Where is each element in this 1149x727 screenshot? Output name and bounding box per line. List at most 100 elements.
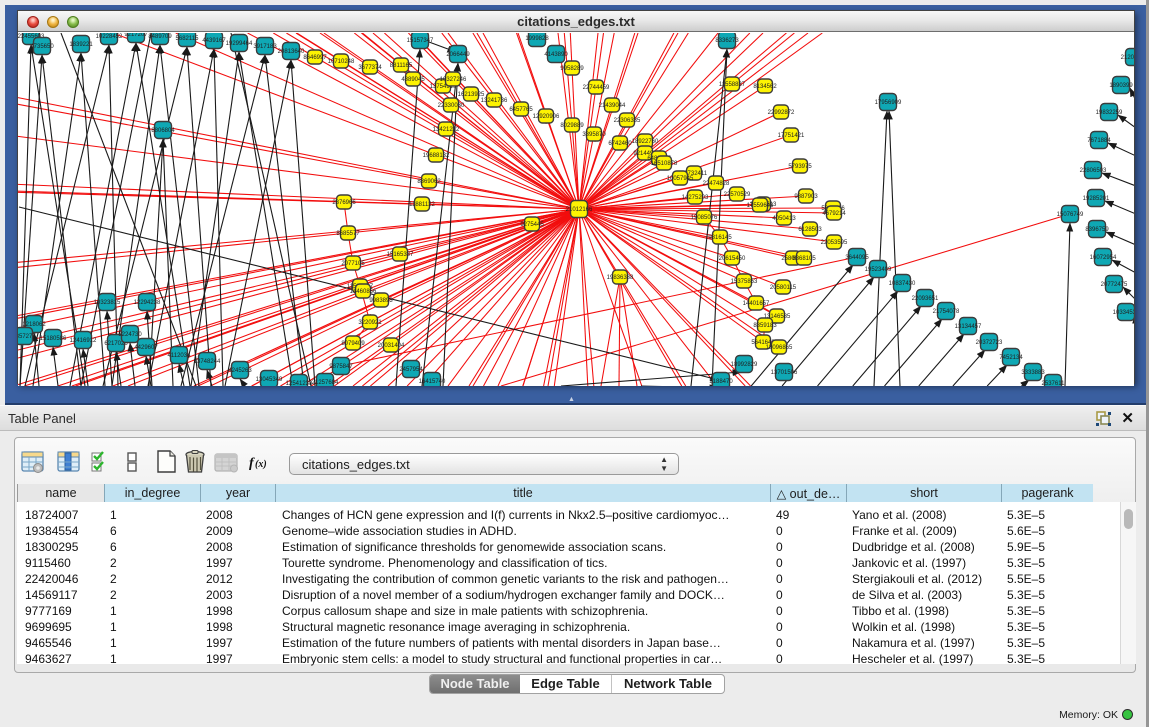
svg-text:9217207: 9217207 [124,33,148,38]
svg-text:8369062: 8369062 [417,179,441,185]
svg-text:2876966: 2876966 [332,200,356,206]
svg-text:6742460: 6742460 [608,141,632,147]
svg-text:20372723: 20372723 [976,340,1003,346]
svg-text:2066449: 2066449 [446,52,470,58]
svg-text:20772475: 20772475 [1101,282,1128,288]
svg-text:4112034: 4112034 [168,353,192,359]
svg-text:22330030: 22330030 [438,103,465,109]
svg-text:4439167: 4439167 [202,38,226,44]
svg-text:14401657: 14401657 [743,301,770,307]
svg-text:4429607: 4429607 [134,345,158,351]
svg-text:22570529: 22570529 [724,192,751,198]
svg-text:12416912: 12416912 [70,338,97,344]
svg-text:9887903: 9887903 [794,194,818,200]
svg-text:10334531: 10334531 [1113,310,1134,316]
svg-text:21439044: 21439044 [599,103,626,109]
svg-text:1999828: 1999828 [525,36,549,42]
svg-text:22992872: 22992872 [768,110,795,116]
svg-text:16415740: 16415740 [419,379,446,385]
svg-text:8685577: 8685577 [336,231,360,237]
svg-text:8079409: 8079409 [341,341,365,347]
svg-text:22093651: 22093651 [912,296,939,302]
svg-text:14460856: 14460856 [350,289,377,295]
svg-text:22306335: 22306335 [614,118,641,124]
svg-text:2077105: 2077105 [341,261,365,267]
svg-text:3917183: 3917183 [253,44,277,50]
svg-text:18992829: 18992829 [731,362,758,368]
svg-text:13701506: 13701506 [771,370,798,376]
svg-text:3677374: 3677374 [358,65,382,71]
svg-text:10710248: 10710248 [328,59,355,65]
svg-text:6457765: 6457765 [509,107,533,113]
svg-text:15157347: 15157347 [407,38,434,44]
svg-text:8489709: 8489709 [148,34,172,40]
svg-text:19832259: 19832259 [1096,110,1123,116]
svg-text:4143890: 4143890 [544,52,568,58]
svg-text:4389045: 4389045 [401,77,425,83]
svg-text:19299464: 19299464 [226,41,253,47]
svg-text:20813640: 20813640 [278,49,305,55]
svg-text:13045349: 13045349 [256,377,283,383]
svg-text:12920906: 12920906 [533,114,560,120]
svg-text:7671884: 7671884 [1087,138,1111,144]
svg-text:21257684: 21257684 [312,380,339,386]
svg-text:15076749: 15076749 [1057,212,1084,218]
svg-text:15165337: 15165337 [387,252,414,258]
svg-text:8029889: 8029889 [560,123,584,129]
svg-text:4245263: 4245263 [228,368,252,374]
svg-text:14275203: 14275203 [682,195,709,201]
svg-text:18922760: 18922760 [632,139,659,145]
svg-text:10057945: 10057945 [667,176,694,182]
svg-text:1890399: 1890399 [1109,83,1133,89]
svg-text:20580115: 20580115 [770,285,797,291]
svg-text:15375853: 15375853 [731,279,758,285]
svg-text:9983893: 9983893 [369,298,393,304]
svg-text:22053595: 22053595 [821,240,848,246]
svg-text:2537611: 2537611 [1042,381,1066,386]
svg-text:3395870: 3395870 [582,132,606,138]
svg-text:15180586: 15180586 [40,336,67,342]
svg-text:5188470: 5188470 [709,379,733,385]
svg-text:11558837: 11558837 [719,82,746,88]
svg-text:9275445: 9275445 [520,222,544,228]
svg-text:4735650: 4735650 [30,44,54,50]
svg-text:16510878: 16510878 [651,161,678,167]
svg-text:10327246: 10327246 [440,77,467,83]
svg-text:17751421: 17751421 [778,133,805,139]
svg-text:19085076: 19085076 [691,215,718,221]
svg-text:19836388: 19836388 [607,275,634,281]
svg-text:6357277: 6357277 [18,334,36,340]
svg-text:22744459: 22744459 [583,85,610,91]
svg-text:2457954: 2457954 [399,367,423,373]
svg-text:6128503: 6128503 [798,227,822,233]
svg-text:(x): (x) [255,459,267,470]
svg-text:3220921: 3220921 [358,320,382,326]
svg-text:12541238: 12541238 [286,381,313,386]
svg-text:1839221: 1839221 [69,42,93,48]
svg-text:10837430: 10837430 [889,281,916,287]
svg-text:21200396: 21200396 [1121,55,1134,61]
svg-text:21754078: 21754078 [933,309,960,315]
svg-text:17559643: 17559643 [747,203,774,209]
svg-text:11881122: 11881122 [409,202,435,208]
svg-text:22474828: 22474828 [703,181,730,187]
svg-text:8224730: 8224730 [118,332,142,338]
svg-text:19688132: 19688132 [423,153,450,159]
svg-text:8359183: 8359183 [753,323,777,329]
svg-text:22806503: 22806503 [1080,168,1107,174]
svg-text:8646997: 8646997 [303,55,327,61]
svg-text:19523409: 19523409 [865,267,892,273]
svg-text:8806804: 8806804 [151,128,175,134]
svg-text:21012166: 21012166 [566,207,593,213]
svg-text:8134562: 8134562 [753,84,777,90]
svg-text:8396759: 8396759 [1085,227,1109,233]
svg-text:3333883: 3333883 [1021,370,1045,376]
svg-text:20615450: 20615450 [719,256,746,262]
svg-text:3644095: 3644095 [845,255,869,261]
svg-text:20031404: 20031404 [378,343,405,349]
svg-text:16072954: 16072954 [1090,255,1117,261]
svg-text:8336273: 8336273 [715,38,739,44]
svg-text:8811165: 8811165 [390,63,413,69]
svg-text:10228452: 10228452 [96,34,123,40]
svg-text:9816145: 9816145 [708,235,732,241]
